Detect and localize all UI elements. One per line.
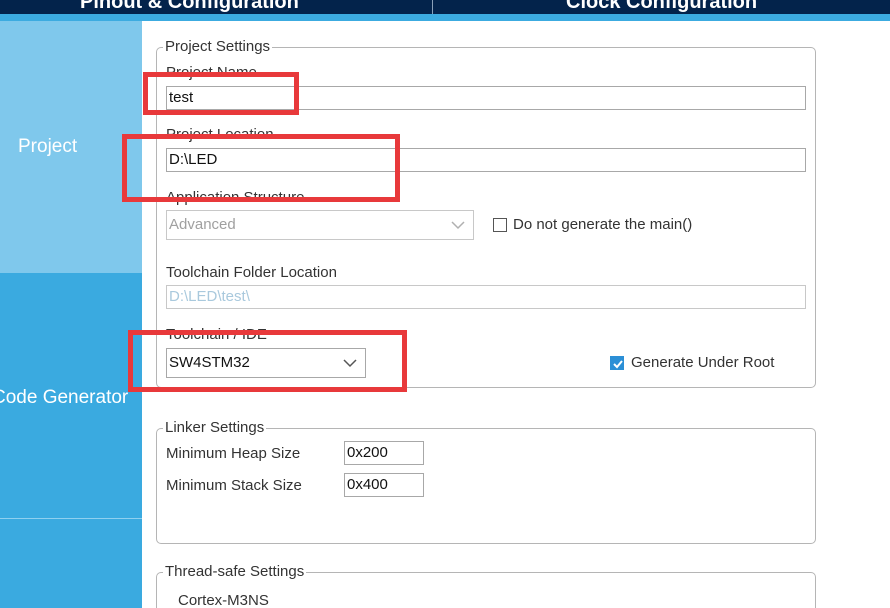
do-not-generate-main-checkbox[interactable] (493, 218, 507, 232)
thread-safe-core-label: Cortex-M3NS (178, 592, 269, 608)
minimum-heap-size-label: Minimum Heap Size (166, 445, 301, 462)
sidebar-item-code-generator[interactable]: Code Generator (0, 273, 142, 519)
group-legend: Linker Settings (163, 419, 267, 436)
annotation-highlight-project-name (143, 72, 299, 115)
tab-clock-configuration[interactable]: Clock Configuration (566, 0, 757, 14)
tab-pinout-configuration[interactable]: Pinout & Configuration (80, 0, 299, 14)
sidebar-item-project[interactable]: Project (0, 21, 142, 273)
minimum-heap-size-input[interactable]: 0x200 (344, 441, 424, 465)
sidebar: Project Code Generator (0, 21, 142, 608)
generate-under-root-label: Generate Under Root (631, 354, 775, 371)
top-tab-bar: Pinout & Configuration Clock Configurati… (0, 0, 890, 14)
sidebar-item-label: Project (18, 136, 78, 157)
do-not-generate-main-label: Do not generate the main() (513, 216, 693, 233)
generate-under-root-checkbox[interactable] (610, 356, 624, 370)
application-structure-value: Advanced (169, 216, 236, 233)
toolchain-folder-label: Toolchain Folder Location (166, 264, 337, 281)
checkmark-icon (613, 360, 623, 369)
toolchain-folder-input: D:\LED\test\ (166, 285, 806, 309)
application-structure-dropdown[interactable]: Advanced (166, 210, 474, 240)
minimum-stack-size-label: Minimum Stack Size (166, 477, 302, 494)
group-legend: Project Settings (163, 38, 273, 55)
minimum-stack-size-input[interactable]: 0x400 (344, 473, 424, 497)
sidebar-item-label: Code Generator (0, 387, 129, 408)
accent-bar (0, 14, 890, 21)
group-legend: Thread-safe Settings (163, 563, 307, 580)
annotation-highlight-project-location (122, 134, 400, 202)
sidebar-item-advanced-settings[interactable] (0, 520, 142, 608)
annotation-highlight-toolchain-ide (128, 330, 407, 392)
tab-divider (432, 0, 433, 14)
chevron-down-icon (451, 220, 465, 230)
